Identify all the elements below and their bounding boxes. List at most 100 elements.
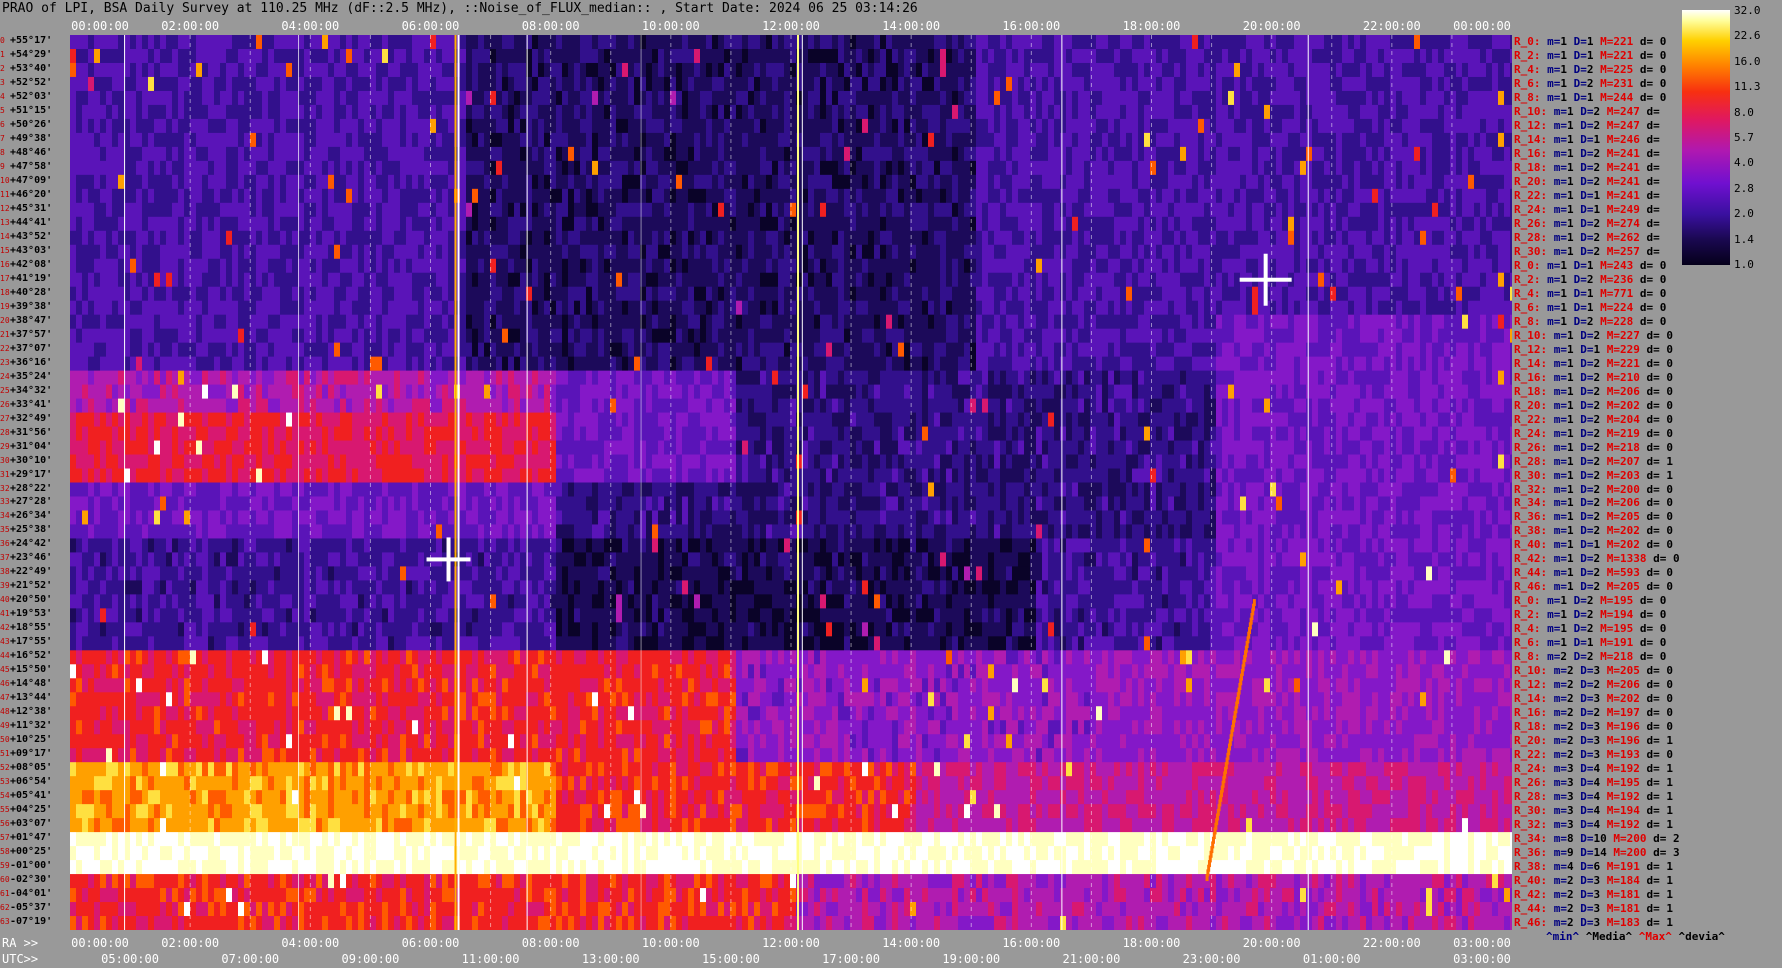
heat-cell <box>304 272 310 288</box>
heat-cell <box>1000 202 1006 218</box>
heat-cell <box>994 48 1000 64</box>
heat-cell <box>1432 35 1438 50</box>
heat-cell <box>196 174 202 190</box>
heat-cell <box>778 216 784 232</box>
heat-cell <box>958 258 964 274</box>
beam-index: 27 <box>0 413 10 423</box>
heat-cell <box>682 104 688 120</box>
heat-cell <box>646 216 652 232</box>
heat-cell <box>1036 90 1042 106</box>
heat-cell <box>1498 174 1504 190</box>
heat-cell <box>442 286 448 302</box>
heat-cell <box>994 174 1000 190</box>
heat-cell <box>868 286 874 302</box>
heat-cell <box>604 272 610 288</box>
heat-cell <box>208 230 214 246</box>
heat-cell <box>868 104 874 120</box>
heat-cell <box>826 118 832 134</box>
heat-cell <box>478 188 484 204</box>
heat-cell <box>94 230 100 246</box>
heat-cell <box>1252 104 1258 120</box>
heat-cell <box>100 48 106 64</box>
heat-cell <box>256 188 262 204</box>
heat-cell <box>1252 258 1258 274</box>
heat-cell <box>1150 90 1156 106</box>
heat-cell <box>760 104 766 120</box>
heat-cell <box>862 202 868 218</box>
declination-value: -05°37' <box>10 902 53 914</box>
declination-value: +33°41' <box>10 398 53 410</box>
heat-cell <box>292 146 298 162</box>
heat-cell <box>226 202 232 218</box>
heat-cell <box>1324 202 1330 218</box>
declination-label: 55+04°25' <box>0 804 52 818</box>
heat-cell <box>1438 286 1444 302</box>
heat-cell <box>1198 118 1204 134</box>
heat-cell <box>1432 286 1438 302</box>
heat-cell <box>832 188 838 204</box>
heat-cell <box>1060 146 1066 162</box>
heat-cell <box>658 202 664 218</box>
heat-cell <box>988 216 994 232</box>
heat-cell <box>340 244 346 260</box>
heat-cell <box>574 300 580 316</box>
heat-cell <box>118 230 124 246</box>
heat-cell <box>874 90 880 106</box>
heat-cell <box>580 48 586 64</box>
heat-cell <box>760 230 766 246</box>
declination-value: +04°25' <box>10 804 53 816</box>
heat-cell <box>616 216 622 232</box>
heat-cell <box>1066 300 1072 316</box>
heat-cell <box>766 62 772 78</box>
heat-cell <box>280 188 286 204</box>
heat-cell <box>1342 48 1348 64</box>
heat-cell <box>592 258 598 274</box>
heat-cell <box>916 286 922 302</box>
beam-index: 62 <box>0 903 10 913</box>
heat-cell <box>148 48 154 64</box>
heat-cell <box>1306 132 1312 148</box>
heat-cell <box>502 118 508 134</box>
heat-cell <box>922 174 928 190</box>
heat-cell <box>982 188 988 204</box>
heat-cell <box>196 272 202 288</box>
heat-cell <box>1174 216 1180 232</box>
heat-cell <box>598 90 604 106</box>
heat-cell <box>1198 300 1204 316</box>
heat-cell <box>286 35 292 50</box>
heat-cell <box>616 230 622 246</box>
heat-cell <box>952 244 958 260</box>
heat-cell <box>1498 202 1504 218</box>
heat-cell <box>1348 76 1354 92</box>
heat-cell <box>1114 230 1120 246</box>
heat-cell <box>994 230 1000 246</box>
heat-cell <box>1042 188 1048 204</box>
heat-cell <box>1492 286 1498 302</box>
heat-cell <box>202 286 208 302</box>
heat-cell <box>388 286 394 302</box>
heat-cell <box>112 244 118 260</box>
heat-cell <box>886 132 892 148</box>
heat-cell <box>70 188 76 204</box>
heat-cell <box>1168 35 1174 50</box>
heat-cell <box>1354 132 1360 148</box>
heat-cell <box>100 272 106 288</box>
heat-cell <box>94 146 100 162</box>
heat-cell <box>1342 90 1348 106</box>
heat-cell <box>304 286 310 302</box>
heat-cell <box>1378 104 1384 120</box>
heat-cell <box>226 160 232 176</box>
heat-cell <box>448 216 454 232</box>
heat-cell <box>1072 146 1078 162</box>
heat-cell <box>1270 62 1276 78</box>
heat-cell <box>892 35 898 50</box>
heat-cell <box>532 272 538 288</box>
heat-cell <box>466 146 472 162</box>
beam-index: 3 <box>0 77 5 87</box>
heat-cell <box>238 132 244 148</box>
heat-cell <box>1384 90 1390 106</box>
heat-cell <box>592 230 598 246</box>
heat-cell <box>148 188 154 204</box>
heat-cell <box>136 146 142 162</box>
heat-cell <box>802 160 808 176</box>
